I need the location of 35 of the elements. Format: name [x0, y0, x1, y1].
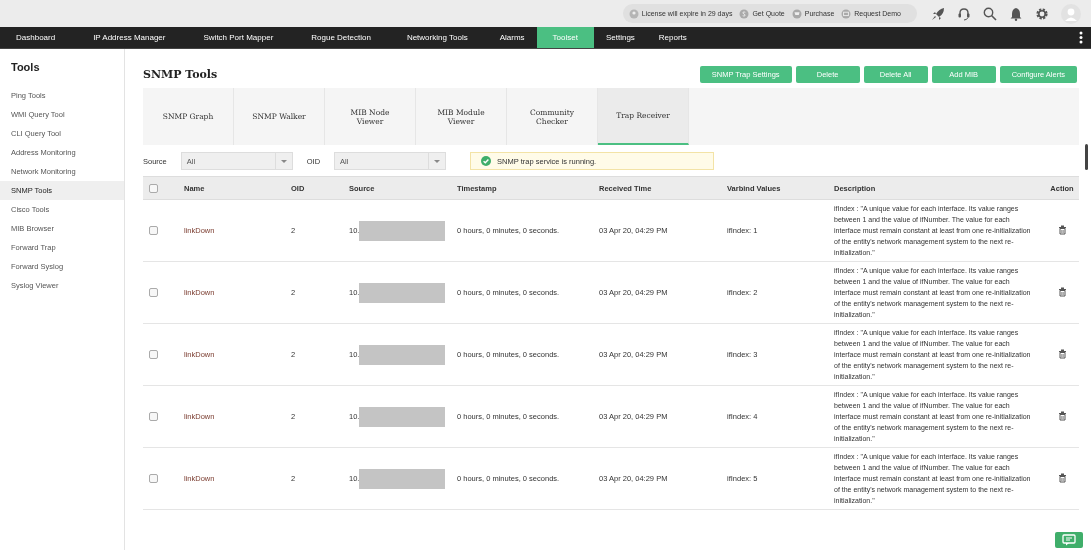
nav-tab[interactable]: IP Address Manager: [81, 27, 192, 48]
nav-tab[interactable]: Settings: [593, 27, 647, 48]
scrollbar[interactable]: [1085, 144, 1088, 170]
screen-icon: [841, 8, 852, 19]
trash-icon[interactable]: [1057, 348, 1067, 359]
rocket-icon[interactable]: [931, 6, 945, 21]
nav-tab[interactable]: Reports: [646, 27, 699, 48]
dollar-icon: [739, 8, 750, 19]
row-checkbox[interactable]: [149, 226, 158, 236]
nav-tab[interactable]: Dashboard: [4, 27, 82, 48]
page-title: SNMP Tools: [143, 67, 218, 81]
trash-icon[interactable]: [1057, 410, 1067, 421]
trash-icon[interactable]: [1057, 472, 1067, 483]
more-icon[interactable]: [1079, 31, 1083, 44]
badge-icon: [628, 8, 639, 19]
nav-tab[interactable]: Switch Port Mapper: [191, 27, 300, 48]
sidebar-title: Tools: [10, 61, 41, 73]
headset-icon[interactable]: [957, 6, 971, 21]
nav-tab[interactable]: Rogue Detection: [299, 27, 395, 48]
caret-icon: [434, 159, 441, 163]
bell-icon[interactable]: [1009, 6, 1023, 21]
row-checkbox[interactable]: [149, 412, 158, 422]
caret-icon: [280, 159, 287, 163]
nav-tab[interactable]: Alarms: [487, 27, 537, 48]
trash-icon[interactable]: [1057, 286, 1067, 297]
nav-tab[interactable]: Networking Tools: [394, 27, 488, 48]
row-checkbox[interactable]: [149, 288, 158, 298]
row-checkbox[interactable]: [149, 474, 158, 484]
row-checkbox[interactable]: [149, 350, 158, 360]
search-icon[interactable]: [983, 6, 997, 21]
cart-icon: [791, 8, 802, 19]
check-icon: [481, 156, 492, 166]
trash-icon[interactable]: [1057, 224, 1067, 235]
select-all-checkbox[interactable]: [149, 183, 158, 193]
settings-icon[interactable]: [1035, 6, 1049, 21]
